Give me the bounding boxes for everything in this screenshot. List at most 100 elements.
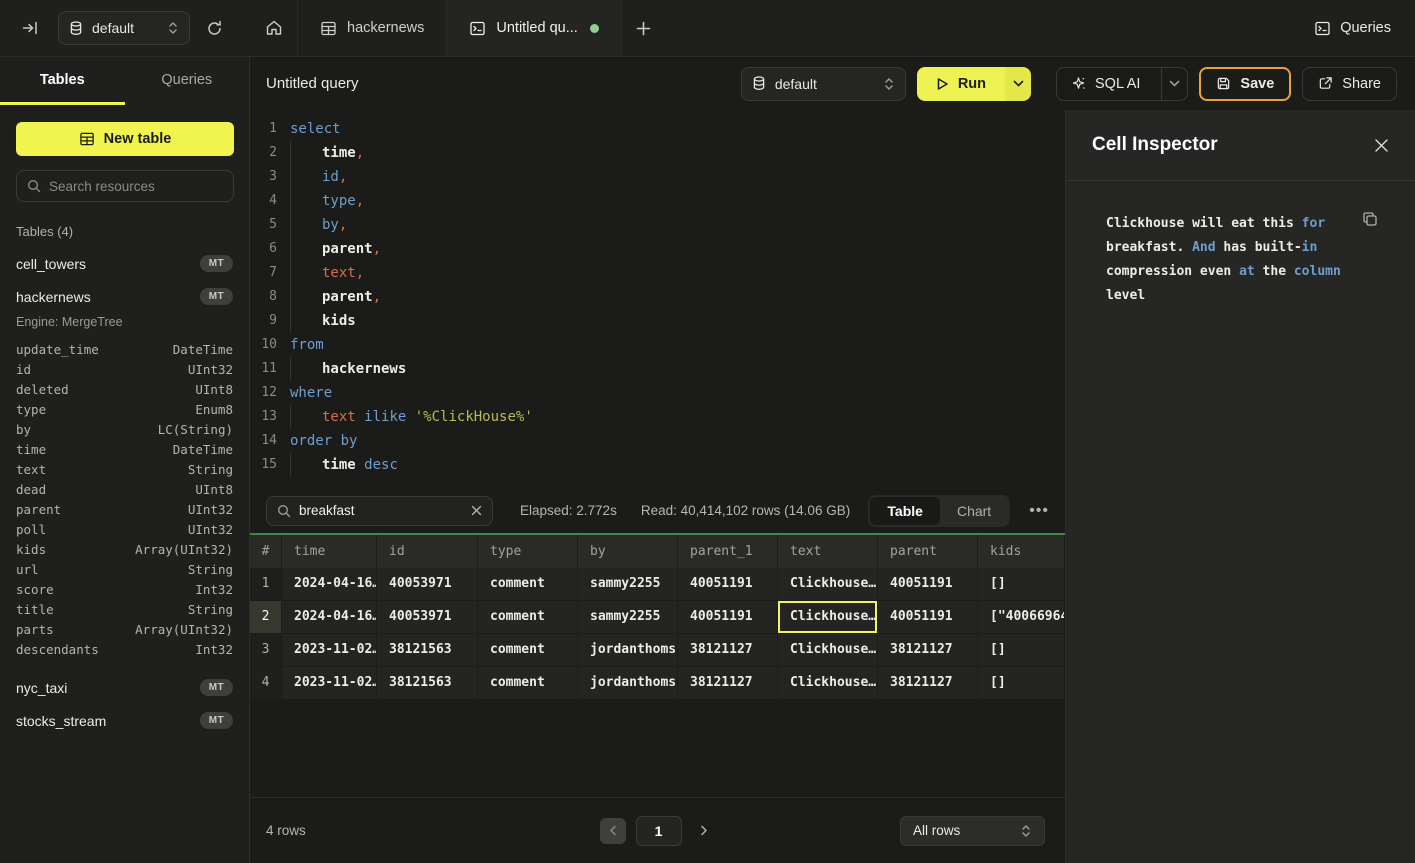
column-type: Enum8 <box>195 402 233 417</box>
table-cell[interactable]: 2023-11-02… <box>282 667 377 700</box>
view-toggle-chart[interactable]: Chart <box>940 497 1008 525</box>
table-cell[interactable]: 38121127 <box>878 634 978 667</box>
close-inspector-button[interactable] <box>1374 138 1389 153</box>
new-tab-button[interactable] <box>622 0 666 56</box>
table-cell[interactable]: comment <box>478 634 578 667</box>
sparkles-icon <box>1071 76 1086 91</box>
column-header-time[interactable]: time <box>282 535 377 568</box>
clear-search-icon[interactable] <box>471 505 482 516</box>
engine-label: Engine: MergeTree <box>0 313 249 337</box>
page-number[interactable]: 1 <box>636 816 682 846</box>
results-search-input[interactable] <box>299 503 463 518</box>
table-cell[interactable]: 38121127 <box>678 634 778 667</box>
table-cell[interactable]: jordanthoms <box>578 667 678 700</box>
table-cell-selected[interactable]: Clickhouse… <box>778 601 878 634</box>
column-name: kids <box>16 542 46 557</box>
table-cell[interactable]: 40051191 <box>878 568 978 601</box>
queries-shortcut[interactable]: Queries <box>1314 0 1391 56</box>
table-cell[interactable]: 2024-04-16… <box>282 568 377 601</box>
sidebar-table-stocks_stream[interactable]: stocks_streamMT <box>0 704 249 737</box>
page-size-selector[interactable]: All rows <box>900 816 1045 846</box>
table-cell[interactable]: 2023-11-02… <box>282 634 377 667</box>
topbar: default hackernews Untitle <box>0 0 1415 57</box>
column-header-text[interactable]: text <box>778 535 878 568</box>
row-number[interactable]: 3 <box>250 634 282 667</box>
table-cell[interactable]: 38121127 <box>678 667 778 700</box>
table-cell[interactable]: [] <box>978 634 1065 667</box>
column-name: poll <box>16 522 46 537</box>
sidebar: Tables Queries New table Tables (4) cell… <box>0 57 250 863</box>
save-button[interactable]: Save <box>1199 67 1291 101</box>
collapse-sidebar-button[interactable] <box>22 20 38 36</box>
column-header-type[interactable]: type <box>478 535 578 568</box>
table-cell[interactable]: comment <box>478 667 578 700</box>
table-cell[interactable]: 38121563 <box>377 667 478 700</box>
run-options-button[interactable] <box>1005 67 1031 101</box>
table-cell[interactable]: 38121563 <box>377 634 478 667</box>
column-header-id[interactable]: id <box>377 535 478 568</box>
refresh-button[interactable] <box>206 20 223 37</box>
code-content: parent, <box>290 237 381 261</box>
row-number[interactable]: 1 <box>250 568 282 601</box>
previous-page-button[interactable] <box>600 818 626 844</box>
new-table-button[interactable]: New table <box>16 122 234 156</box>
table-cell[interactable]: jordanthoms <box>578 634 678 667</box>
sql-editor[interactable]: 1select2time,3id,4type,5by,6parent,7text… <box>250 110 1065 490</box>
table-cell[interactable]: 40051191 <box>878 601 978 634</box>
search-resources-input[interactable] <box>49 179 223 194</box>
sql-ai-button[interactable]: SQL AI <box>1057 68 1152 100</box>
engine-badge: MT <box>200 255 233 272</box>
table-cell[interactable]: Clickhouse… <box>778 568 878 601</box>
view-toggle: Table Chart <box>868 495 1010 527</box>
table-cell[interactable]: 38121127 <box>878 667 978 700</box>
sidebar-tab-tables[interactable]: Tables <box>0 57 125 105</box>
tab-home[interactable] <box>250 0 298 56</box>
table-column-row: textString <box>0 459 249 479</box>
table-cell[interactable]: comment <box>478 568 578 601</box>
table-cell[interactable]: [] <box>978 667 1065 700</box>
read-stat: Read: 40,414,102 rows (14.06 GB) <box>641 503 850 518</box>
database-selector[interactable]: default <box>58 11 190 45</box>
code-line: 10from <box>250 333 1065 357</box>
next-page-button[interactable] <box>692 818 716 844</box>
table-cell[interactable]: comment <box>478 601 578 634</box>
terminal-icon <box>469 20 486 37</box>
sidebar-table-hackernews[interactable]: hackernewsMT <box>0 280 249 313</box>
sidebar-tab-queries[interactable]: Queries <box>125 57 250 105</box>
table-cell[interactable]: 40051191 <box>678 601 778 634</box>
column-header-by[interactable]: by <box>578 535 678 568</box>
query-database-selector[interactable]: default <box>741 67 906 101</box>
column-header-parent[interactable]: parent <box>878 535 978 568</box>
tab-hackernews[interactable]: hackernews <box>298 0 447 56</box>
table-column-row: idUInt32 <box>0 359 249 379</box>
run-button[interactable]: Run <box>917 67 1005 101</box>
row-number[interactable]: 4 <box>250 667 282 700</box>
table-cell[interactable]: sammy2255 <box>578 568 678 601</box>
column-name: text <box>16 462 46 477</box>
copy-cell-button[interactable] <box>1362 211 1378 227</box>
column-header-kids[interactable]: kids <box>978 535 1065 568</box>
share-button[interactable]: Share <box>1302 67 1397 101</box>
table-cell[interactable]: Clickhouse… <box>778 667 878 700</box>
table-cell[interactable]: 40051191 <box>678 568 778 601</box>
table-cell[interactable]: sammy2255 <box>578 601 678 634</box>
table-cell[interactable]: [] <box>978 568 1065 601</box>
column-type: Array(UInt32) <box>135 542 233 557</box>
column-header-parent_1[interactable]: parent_1 <box>678 535 778 568</box>
sidebar-table-nyc_taxi[interactable]: nyc_taxiMT <box>0 671 249 704</box>
table-cell[interactable]: ["40066964… <box>978 601 1065 634</box>
table-cell[interactable]: 2024-04-16… <box>282 601 377 634</box>
sidebar-table-cell_towers[interactable]: cell_towersMT <box>0 247 249 280</box>
sql-ai-options-button[interactable] <box>1161 68 1187 100</box>
table-name: hackernews <box>16 289 91 305</box>
table-cell[interactable]: Clickhouse… <box>778 634 878 667</box>
view-toggle-table[interactable]: Table <box>870 497 940 525</box>
tab-untitled-query[interactable]: Untitled qu... <box>447 0 621 56</box>
row-number[interactable]: 2 <box>250 601 282 634</box>
table-cell[interactable]: 40053971 <box>377 568 478 601</box>
code-line: 3id, <box>250 165 1065 189</box>
column-header-num[interactable]: # <box>250 535 282 568</box>
table-column-row: typeEnum8 <box>0 399 249 419</box>
more-options-icon[interactable]: ••• <box>1025 502 1053 520</box>
table-cell[interactable]: 40053971 <box>377 601 478 634</box>
